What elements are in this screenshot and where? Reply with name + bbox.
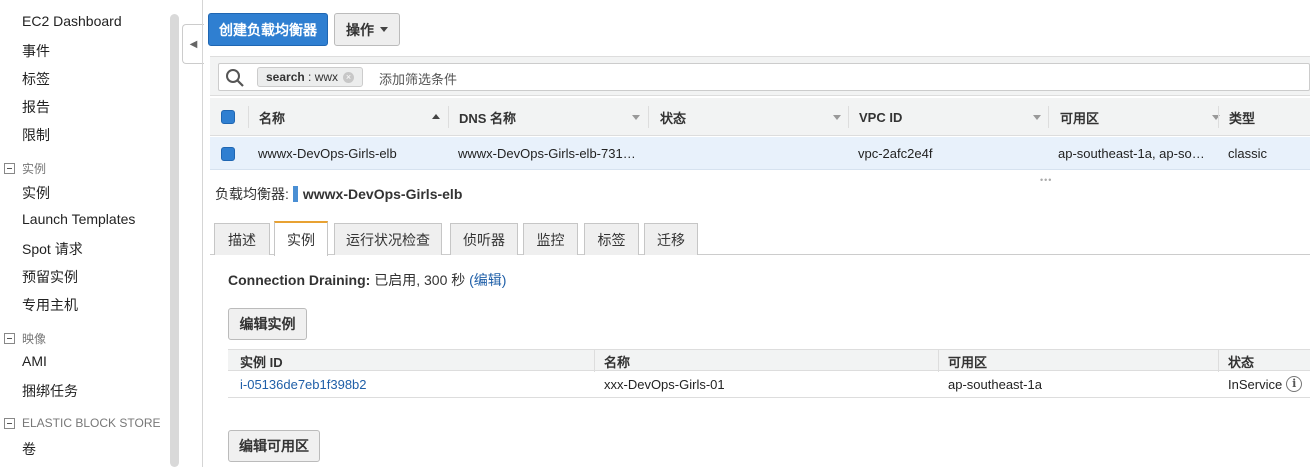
sidebar-item-events[interactable]: 事件 — [22, 41, 50, 61]
collapse-icon[interactable] — [4, 417, 15, 429]
sort-icon[interactable] — [632, 115, 640, 120]
sidebar-divider — [202, 0, 203, 467]
filter-token[interactable]: search : wwx × — [257, 67, 364, 87]
sidebar-item-ami[interactable]: AMI — [22, 353, 47, 369]
detail-load-balancer-name: wwwx-DevOps-Girls-elb — [302, 186, 463, 202]
sidebar-item-reserved-instances[interactable]: 预留实例 — [22, 267, 78, 287]
instance-id-link[interactable]: i-05136de7eb1f398b2 — [240, 377, 367, 392]
tab-description[interactable]: 描述 — [214, 223, 270, 255]
caret-down-icon — [380, 27, 388, 32]
tab-instances[interactable]: 实例 — [274, 221, 328, 256]
sidebar-item-reports[interactable]: 报告 — [22, 97, 50, 117]
sidebar-item-ec2-dashboard[interactable]: EC2 Dashboard — [22, 13, 122, 29]
sidebar-section-ebs[interactable]: ELASTIC BLOCK STORE — [4, 416, 161, 430]
column-header-instance-az[interactable]: 可用区 — [948, 350, 987, 372]
cell-availability-zone: ap-southeast-1a, ap-so… — [1058, 146, 1205, 161]
create-load-balancer-button[interactable]: 创建负载均衡器 — [208, 13, 328, 46]
table-row[interactable]: wwwx-DevOps-Girls-elb wwwx-DevOps-Girls-… — [210, 137, 1310, 170]
column-separator — [594, 350, 595, 372]
sidebar-section-label: 实例 — [22, 162, 47, 176]
table-header: 名称 DNS 名称 状态 VPC ID 可用区 类型 — [210, 98, 1310, 136]
detail-tabs: 描述 实例 运行状况检查 侦听器 监控 标签 迁移 — [210, 220, 1310, 256]
column-header-instance-id[interactable]: 实例 ID — [240, 350, 283, 372]
sidebar-item-launch-templates[interactable]: Launch Templates — [22, 211, 135, 227]
column-separator — [648, 106, 649, 128]
column-header-name[interactable]: 名称 — [259, 98, 285, 136]
sidebar-section-instances[interactable]: 实例 — [4, 160, 46, 177]
detail-title-bar — [292, 186, 298, 202]
row-checkbox[interactable] — [221, 147, 235, 161]
column-separator — [938, 350, 939, 372]
sidebar-item-dedicated-hosts[interactable]: 专用主机 — [22, 295, 78, 315]
chevron-left-icon: ◀ — [189, 38, 198, 50]
detail-label: 负载均衡器: — [215, 186, 289, 202]
sidebar-item-spot-requests[interactable]: Spot 请求 — [22, 239, 83, 259]
filter-token-value: wwx — [314, 70, 339, 84]
tab-listeners[interactable]: 侦听器 — [450, 223, 518, 255]
info-icon[interactable]: i — [1286, 376, 1303, 392]
filter-bar: search : wwx × 添加筛选条件 — [210, 56, 1310, 96]
actions-dropdown[interactable]: 操作 — [334, 13, 400, 46]
column-separator — [848, 106, 849, 128]
column-header-dns[interactable]: DNS 名称 — [459, 98, 516, 136]
instances-table-header: 实例 ID 名称 可用区 状态 — [228, 349, 1310, 372]
column-separator — [248, 106, 249, 128]
actions-label: 操作 — [346, 21, 374, 38]
connection-draining-value: 已启用, 300 秒 — [374, 272, 466, 288]
sidebar-section-images[interactable]: 映像 — [4, 330, 46, 347]
sort-icon[interactable] — [833, 115, 841, 120]
pane-resize-handle[interactable]: ••• — [1040, 175, 1052, 185]
instance-name: xxx-DevOps-Girls-01 — [604, 376, 725, 392]
remove-filter-icon[interactable]: × — [343, 71, 355, 83]
select-all-checkbox[interactable] — [221, 110, 235, 124]
filter-token-key: search — [266, 70, 305, 84]
sidebar-item-bundle-tasks[interactable]: 捆绑任务 — [22, 381, 78, 401]
sidebar-item-limits[interactable]: 限制 — [22, 125, 50, 145]
sidebar: EC2 Dashboard 事件 标签 报告 限制 实例 实例 Launch T… — [0, 0, 166, 467]
search-input[interactable]: search : wwx × 添加筛选条件 — [218, 63, 1310, 91]
column-separator — [1048, 106, 1049, 128]
sidebar-scrollbar[interactable] — [170, 14, 179, 467]
sort-ascending-icon[interactable] — [432, 114, 440, 119]
column-separator — [1218, 106, 1219, 128]
column-header-instance-state[interactable]: 状态 — [1228, 350, 1254, 372]
column-separator — [448, 106, 449, 128]
tab-migration[interactable]: 迁移 — [644, 223, 698, 255]
connection-draining: Connection Draining: 已启用, 300 秒 (编辑) — [228, 270, 506, 290]
sidebar-item-volumes[interactable]: 卷 — [22, 439, 36, 459]
column-header-availability-zone[interactable]: 可用区 — [1060, 98, 1099, 136]
cell-type: classic — [1228, 146, 1268, 161]
instance-state: InService — [1228, 376, 1283, 392]
sidebar-section-label: ELASTIC BLOCK STORE — [22, 416, 161, 430]
instance-az: ap-southeast-1a — [948, 376, 1042, 392]
column-header-type[interactable]: 类型 — [1229, 98, 1255, 136]
tab-monitoring[interactable]: 监控 — [523, 223, 578, 255]
collapse-sidebar-button[interactable]: ◀ — [182, 24, 204, 64]
cell-name: wwwx-DevOps-Girls-elb — [258, 146, 397, 161]
connection-draining-label: Connection Draining: — [228, 272, 371, 288]
sidebar-item-instances[interactable]: 实例 — [22, 183, 50, 203]
column-separator — [1218, 350, 1219, 372]
tab-tags[interactable]: 标签 — [584, 223, 639, 255]
search-icon — [226, 69, 244, 87]
sidebar-section-label: 映像 — [22, 332, 47, 346]
collapse-icon[interactable] — [4, 333, 15, 344]
filter-placeholder[interactable]: 添加筛选条件 — [379, 69, 457, 88]
edit-availability-zones-button[interactable]: 编辑可用区 — [228, 430, 320, 462]
cell-vpc-id: vpc-2afc2e4f — [858, 146, 933, 161]
collapse-icon[interactable] — [4, 163, 15, 174]
cell-dns: wwwx-DevOps-Girls-elb-731… — [458, 146, 636, 161]
tab-health-check[interactable]: 运行状况检查 — [334, 223, 442, 255]
table-row: i-05136de7eb1f398b2 xxx-DevOps-Girls-01 … — [228, 371, 1310, 398]
sort-icon[interactable] — [1033, 115, 1041, 120]
filter-token-sep: : — [304, 70, 315, 84]
edit-instances-button[interactable]: 编辑实例 — [228, 308, 307, 340]
sidebar-item-tags[interactable]: 标签 — [22, 69, 50, 89]
edit-connection-draining-link[interactable]: (编辑) — [469, 272, 506, 288]
detail-title: 负载均衡器: wwwx-DevOps-Girls-elb — [215, 184, 462, 204]
column-header-vpc-id[interactable]: VPC ID — [859, 98, 902, 136]
column-header-instance-name[interactable]: 名称 — [604, 350, 630, 372]
column-header-status[interactable]: 状态 — [660, 98, 686, 136]
